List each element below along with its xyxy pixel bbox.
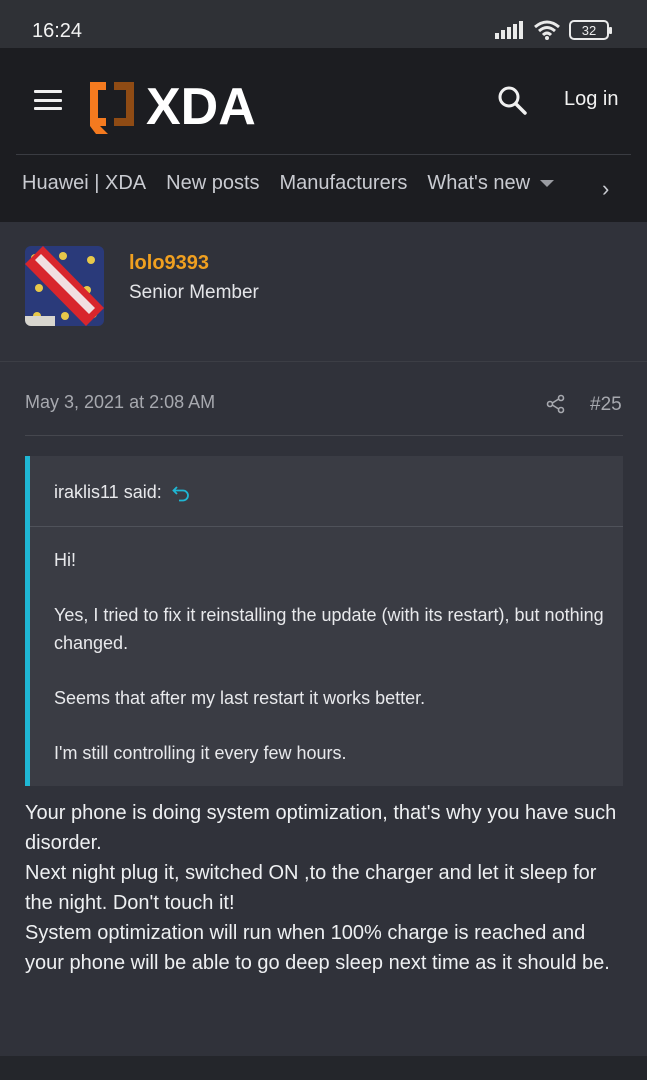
menu-icon[interactable] xyxy=(34,90,62,110)
share-icon[interactable] xyxy=(546,394,566,414)
search-icon[interactable] xyxy=(496,84,528,116)
post-divider xyxy=(25,435,623,436)
status-bar: 16:24 32 xyxy=(0,0,647,48)
nav-item-huawei[interactable]: Huawei | XDA xyxy=(22,172,146,195)
username[interactable]: lolo9393 xyxy=(129,252,209,275)
quote-line: Hi! xyxy=(54,550,76,570)
xda-logo[interactable]: XDA xyxy=(88,78,288,138)
status-icons: 32 xyxy=(495,20,612,40)
nav-item-whats-new[interactable]: What's new xyxy=(427,172,555,195)
wifi-icon xyxy=(534,20,560,40)
avatar[interactable] xyxy=(25,246,104,326)
caret-down-icon xyxy=(540,180,555,187)
quote-line: I'm still controlling it every few hours… xyxy=(54,743,347,763)
post-number[interactable]: #25 xyxy=(590,394,622,416)
status-time: 16:24 xyxy=(32,20,83,42)
nav-item-new-posts[interactable]: New posts xyxy=(166,172,259,195)
nav-item-manufacturers[interactable]: Manufacturers xyxy=(280,172,408,195)
quote-line: Yes, I tried to fix it reinstalling the … xyxy=(54,605,604,653)
header-divider xyxy=(16,154,631,155)
site-header: XDA Log in Huawei | XDA New posts Manufa… xyxy=(0,48,647,222)
battery-level: 32 xyxy=(581,22,597,38)
chevron-right-icon[interactable]: › xyxy=(602,176,609,202)
user-card: lolo9393 Senior Member xyxy=(0,222,647,362)
post-paragraph: Next night plug it, switched ON ,to the … xyxy=(25,862,597,914)
signal-icon xyxy=(495,21,523,39)
user-title: Senior Member xyxy=(129,282,259,303)
battery-icon: 32 xyxy=(569,20,612,40)
quote-block: iraklis11 said: Hi! Yes, I tried to fix … xyxy=(25,456,623,786)
nav-item-whats-new-label: What's new xyxy=(427,172,531,194)
nav-bar: Huawei | XDA New posts Manufacturers Wha… xyxy=(22,172,555,195)
post-body: Your phone is doing system optimization,… xyxy=(25,798,625,978)
logo-text: XDA xyxy=(146,78,256,136)
quote-header[interactable]: iraklis11 said: xyxy=(54,482,190,503)
quote-separator xyxy=(30,526,623,527)
quote-author: iraklis11 said: xyxy=(54,482,162,502)
login-link[interactable]: Log in xyxy=(564,88,619,111)
post-paragraph: Your phone is doing system optimization,… xyxy=(25,802,617,854)
post: May 3, 2021 at 2:08 AM #25 iraklis11 sai… xyxy=(0,362,647,1056)
post-date[interactable]: May 3, 2021 at 2:08 AM xyxy=(25,392,215,413)
quote-line: Seems that after my last restart it work… xyxy=(54,688,426,708)
jump-to-quote-icon[interactable] xyxy=(171,484,190,502)
post-paragraph: System optimization will run when 100% c… xyxy=(25,922,610,974)
